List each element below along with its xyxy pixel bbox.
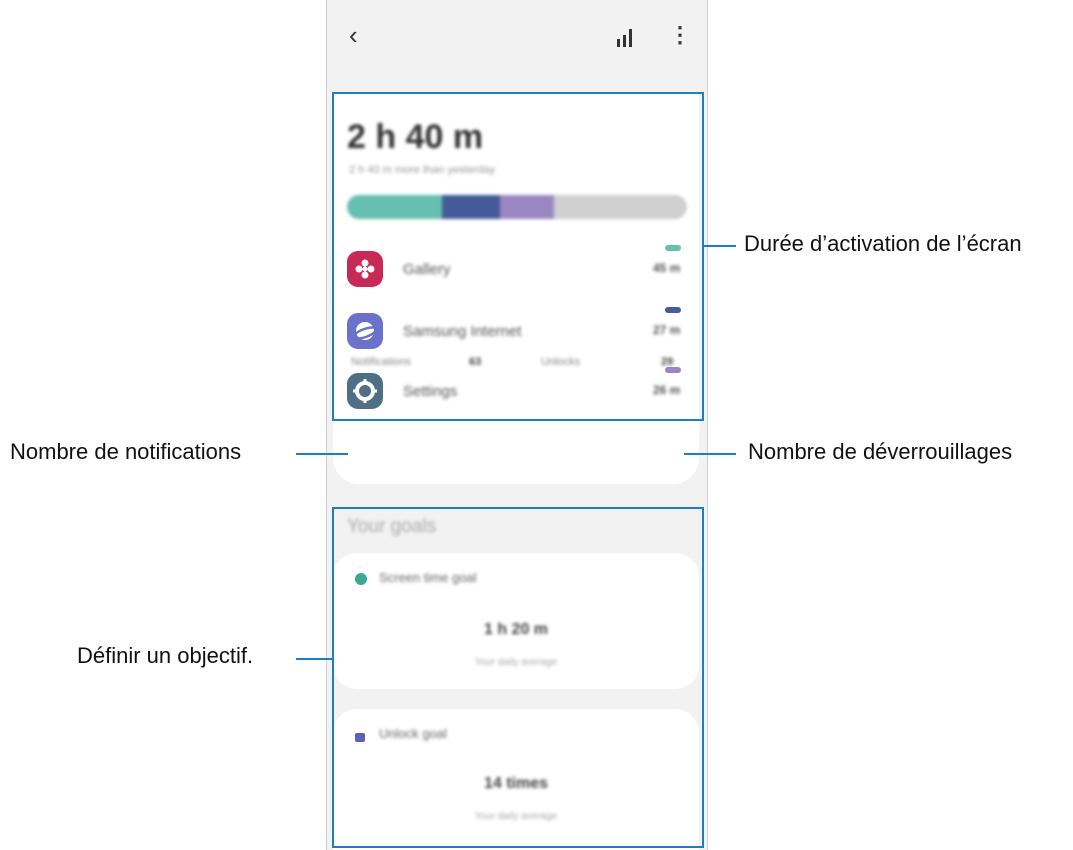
bar-chart-icon[interactable] [617,27,639,47]
callout-line-notifications [296,453,348,455]
top-bar: ‹ ⋮ [327,0,707,80]
callout-screen-time: Durée d’activation de l’écran [744,231,1022,256]
callout-line-screen-time [702,245,736,247]
back-icon[interactable]: ‹ [349,22,358,48]
callout-line-goal [296,658,332,660]
highlight-goals [332,507,704,848]
highlight-screen-time [332,92,704,421]
more-options-icon[interactable]: ⋮ [669,24,691,46]
callout-unlocks: Nombre de déverrouillages [748,439,1013,464]
callout-goal: Définir un objectif. [77,643,254,668]
callout-notifications: Nombre de notifications [10,439,242,464]
callout-line-unlocks [684,453,736,455]
